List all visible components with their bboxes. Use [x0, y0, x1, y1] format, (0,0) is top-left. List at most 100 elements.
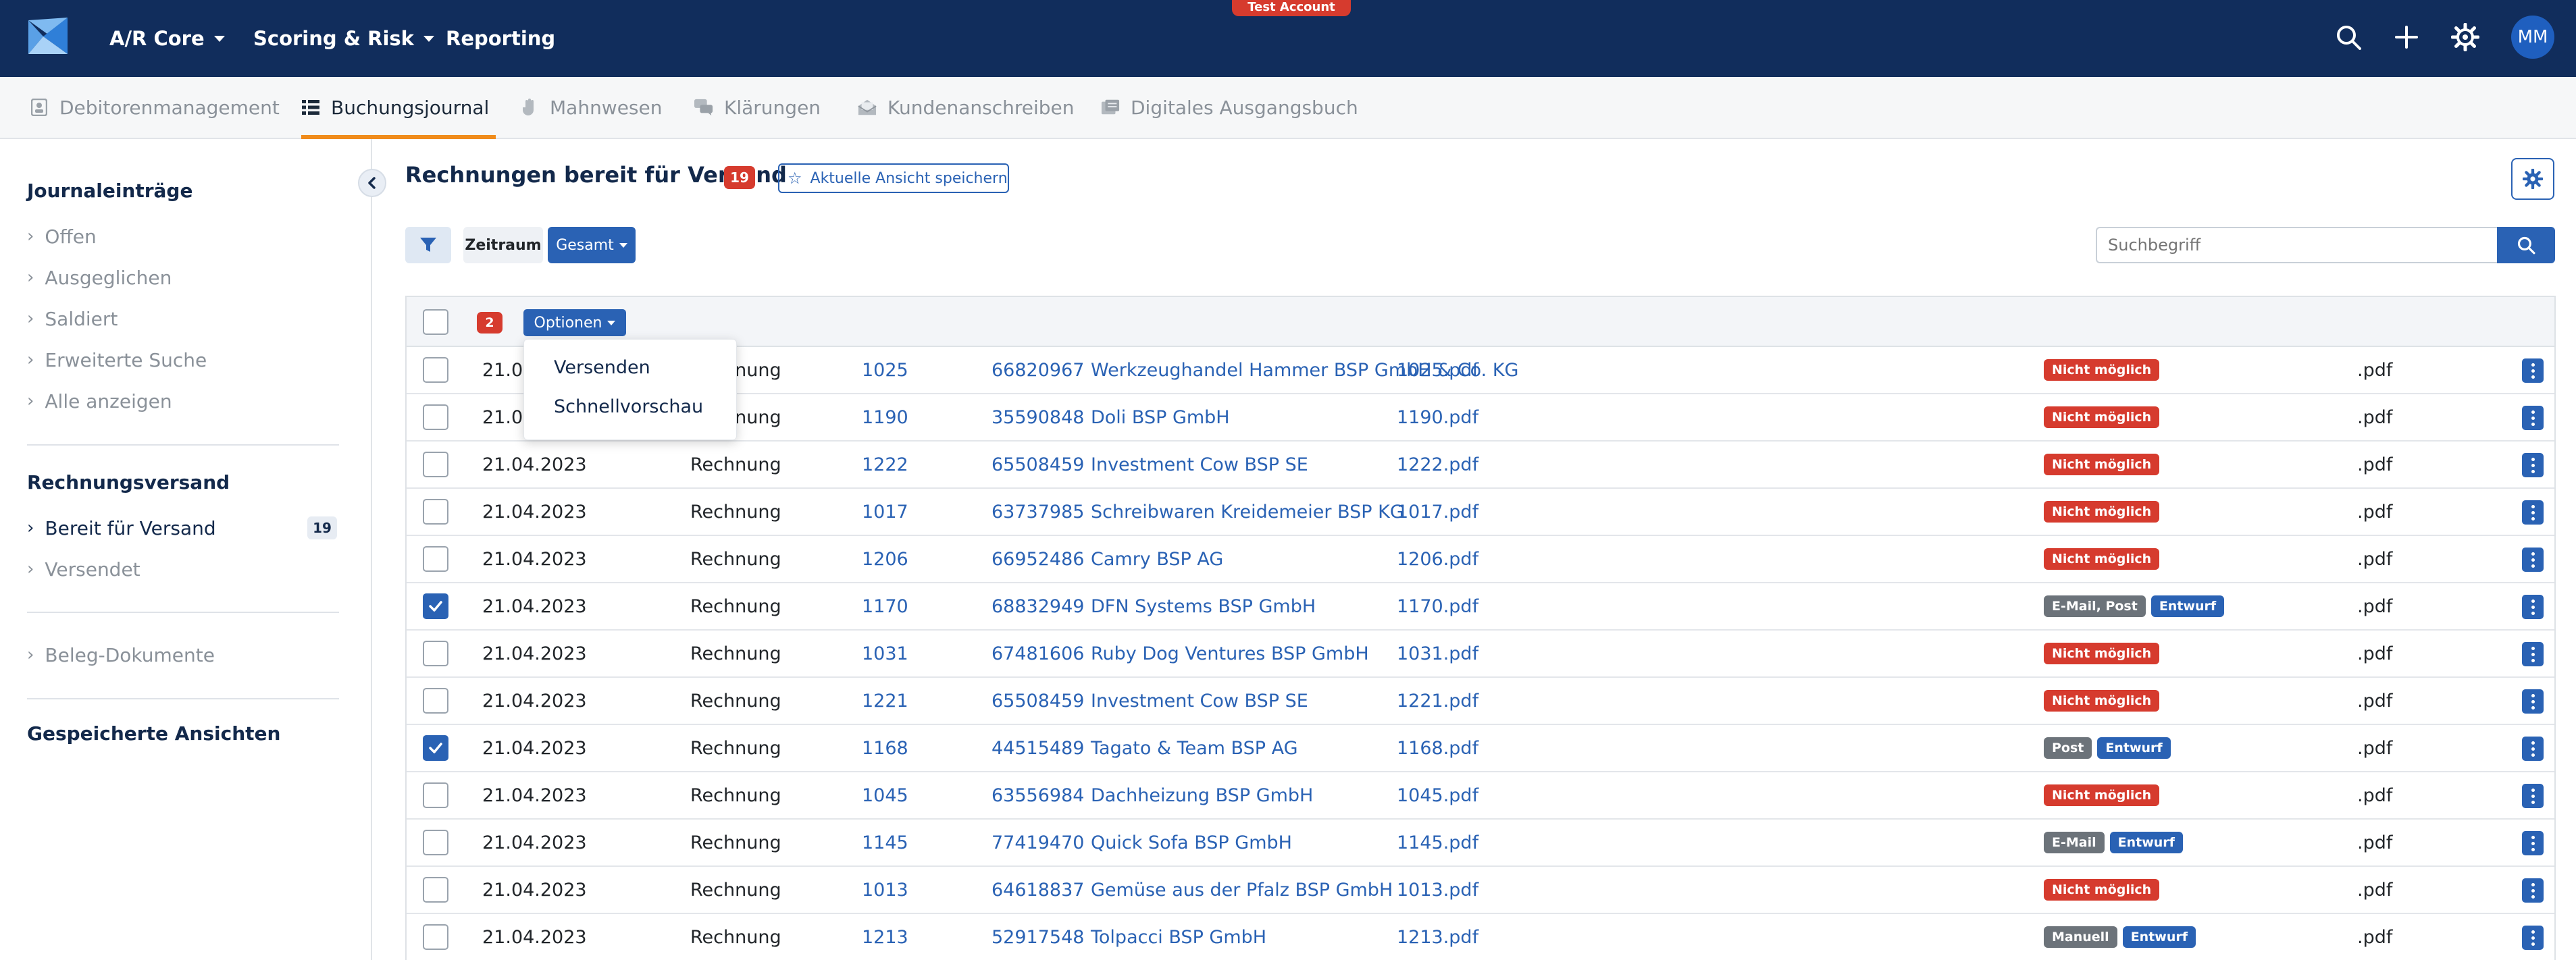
row-actions-button[interactable]: [2522, 595, 2544, 619]
nav-menu-reporting[interactable]: Reporting: [446, 20, 555, 57]
row-customer-number-link[interactable]: 65508459: [991, 442, 1084, 487]
table-row[interactable]: 21.04.2023 Rechnung 1031 67481606 Ruby Dog V…: [407, 631, 2554, 678]
row-invoice-number-link[interactable]: 1013: [862, 867, 908, 913]
zeitraum-select[interactable]: Gesamt: [548, 227, 636, 263]
row-customer-number-link[interactable]: 44515489: [991, 725, 1084, 771]
row-actions-button[interactable]: [2522, 878, 2544, 903]
row-file-link[interactable]: 1190.pdf: [1397, 394, 1478, 440]
row-customer-name-link[interactable]: Gemüse aus der Pfalz BSP GmbH: [1091, 867, 1393, 913]
tab-buchungsjournal[interactable]: Buchungsjournal: [301, 77, 496, 139]
row-customer-name-link[interactable]: Ruby Dog Ventures BSP GmbH: [1091, 631, 1369, 676]
search-button[interactable]: [2497, 227, 2555, 263]
plus-icon[interactable]: [2390, 20, 2423, 54]
options-dropdown-button[interactable]: Optionen: [523, 309, 626, 336]
row-checkbox[interactable]: [423, 830, 448, 855]
row-actions-button[interactable]: [2522, 689, 2544, 714]
row-customer-name-link[interactable]: Investment Cow BSP SE: [1091, 442, 1308, 487]
row-customer-number-link[interactable]: 67481606: [991, 631, 1084, 676]
row-file-link[interactable]: 1045.pdf: [1397, 772, 1478, 818]
table-row[interactable]: 21.04.2023 Rechnung 1017 63737985 Schreibwar…: [407, 489, 2554, 536]
search-input[interactable]: [2096, 227, 2498, 263]
row-customer-name-link[interactable]: Dachheizung BSP GmbH: [1091, 772, 1313, 818]
sidebar-item-offen[interactable]: › Offen: [27, 223, 97, 250]
row-checkbox[interactable]: [423, 924, 448, 950]
row-actions-button[interactable]: [2522, 358, 2544, 383]
row-actions-button[interactable]: [2522, 548, 2544, 572]
save-view-button[interactable]: ☆ Aktuelle Ansicht speichern: [778, 163, 1009, 193]
row-invoice-number-link[interactable]: 1145: [862, 820, 908, 865]
sidebar-item-saldiert[interactable]: › Saldiert: [27, 305, 118, 332]
row-file-link[interactable]: 1213.pdf: [1397, 914, 1478, 960]
row-checkbox[interactable]: [423, 877, 448, 903]
row-invoice-number-link[interactable]: 1017: [862, 489, 908, 535]
row-checkbox[interactable]: [423, 404, 448, 430]
tab-kundenanschreiben[interactable]: Kundenanschreiben: [858, 77, 1075, 138]
row-checkbox[interactable]: [423, 688, 448, 714]
table-row[interactable]: 21.04.2023 Rechnung 1145 77419470 Quick Sofa…: [407, 820, 2554, 867]
row-checkbox[interactable]: [423, 641, 448, 666]
row-file-link[interactable]: 1031.pdf: [1397, 631, 1478, 676]
table-row[interactable]: 21.04.2023 Rechnung 1206 66952486 Camry BSP …: [407, 536, 2554, 583]
row-customer-name-link[interactable]: Tolpacci BSP GmbH: [1091, 914, 1266, 960]
row-invoice-number-link[interactable]: 1170: [862, 583, 908, 629]
row-customer-number-link[interactable]: 64618837: [991, 867, 1084, 913]
row-customer-name-link[interactable]: Investment Cow BSP SE: [1091, 678, 1308, 724]
tab-digitales-ausgangsbuch[interactable]: Digitales Ausgangsbuch: [1101, 77, 1358, 138]
row-checkbox[interactable]: [423, 546, 448, 572]
row-actions-button[interactable]: [2522, 831, 2544, 855]
sidebar-item-erweiterte-suche[interactable]: › Erweiterte Suche: [27, 346, 207, 373]
row-checkbox[interactable]: [423, 499, 448, 525]
row-customer-name-link[interactable]: Tagato & Team BSP AG: [1091, 725, 1298, 771]
menu-item-schnellvorschau[interactable]: Schnellvorschau: [554, 396, 703, 417]
row-file-link[interactable]: 1222.pdf: [1397, 442, 1478, 487]
row-invoice-number-link[interactable]: 1222: [862, 442, 908, 487]
table-row[interactable]: 21.04.2023 Rechnung 1045 63556984 Dachheizun…: [407, 772, 2554, 820]
sidebar-item-bereit-fuer-versand[interactable]: › Bereit für Versand: [27, 514, 216, 541]
table-row[interactable]: 21.04.2023 Rechnung 1168 44515489 Tagato & T…: [407, 725, 2554, 772]
row-actions-button[interactable]: [2522, 784, 2544, 808]
row-customer-number-link[interactable]: 52917548: [991, 914, 1084, 960]
sidebar-item-ausgeglichen[interactable]: › Ausgeglichen: [27, 264, 172, 291]
row-file-link[interactable]: 1221.pdf: [1397, 678, 1478, 724]
row-actions-button[interactable]: [2522, 453, 2544, 477]
row-customer-name-link[interactable]: DFN Systems BSP GmbH: [1091, 583, 1316, 629]
row-checkbox[interactable]: [423, 782, 448, 808]
row-invoice-number-link[interactable]: 1190: [862, 394, 908, 440]
row-customer-number-link[interactable]: 66820967: [991, 347, 1084, 393]
row-customer-number-link[interactable]: 77419470: [991, 820, 1084, 865]
row-customer-name-link[interactable]: Camry BSP AG: [1091, 536, 1223, 582]
row-file-link[interactable]: 1145.pdf: [1397, 820, 1478, 865]
table-row[interactable]: 21.04.2023 Rechnung 1222 65508459 Investment…: [407, 442, 2554, 489]
gear-icon[interactable]: [2448, 20, 2482, 54]
row-checkbox[interactable]: [423, 357, 448, 383]
row-invoice-number-link[interactable]: 1213: [862, 914, 908, 960]
nav-menu-scoring-risk[interactable]: Scoring & Risk: [253, 20, 434, 57]
row-customer-number-link[interactable]: 63556984: [991, 772, 1084, 818]
table-settings-button[interactable]: [2511, 158, 2554, 200]
user-avatar[interactable]: MM: [2511, 16, 2554, 59]
row-checkbox[interactable]: [423, 452, 448, 477]
row-actions-button[interactable]: [2522, 500, 2544, 525]
table-row[interactable]: 21.04.2023 Rechnung 1013 64618837 Gemüse aus…: [407, 867, 2554, 914]
row-customer-name-link[interactable]: Doli BSP GmbH: [1091, 394, 1230, 440]
row-file-link[interactable]: 1170.pdf: [1397, 583, 1478, 629]
table-row[interactable]: 21.04.2023 Rechnung 1221 65508459 Investment…: [407, 678, 2554, 725]
row-customer-number-link[interactable]: 68832949: [991, 583, 1084, 629]
row-checkbox[interactable]: [423, 593, 448, 619]
row-invoice-number-link[interactable]: 1168: [862, 725, 908, 771]
row-invoice-number-link[interactable]: 1206: [862, 536, 908, 582]
sidebar-item-beleg-dokumente[interactable]: › Beleg-Dokumente: [27, 641, 215, 668]
sidebar-item-alle-anzeigen[interactable]: › Alle anzeigen: [27, 388, 172, 415]
row-customer-name-link[interactable]: Schreibwaren Kreidemeier BSP KG: [1091, 489, 1404, 535]
row-actions-button[interactable]: [2522, 406, 2544, 430]
row-file-link[interactable]: 1025.pdf: [1397, 347, 1478, 393]
tab-debitorenmanagement[interactable]: Debitorenmanagement: [30, 77, 280, 138]
row-file-link[interactable]: 1206.pdf: [1397, 536, 1478, 582]
table-row[interactable]: 21.04.2023 Rechnung 1170 68832949 DFN System…: [407, 583, 2554, 631]
row-file-link[interactable]: 1013.pdf: [1397, 867, 1478, 913]
table-row[interactable]: 21.04.2023 Rechnung 1213 52917548 Tolpacci B…: [407, 914, 2554, 960]
row-invoice-number-link[interactable]: 1025: [862, 347, 908, 393]
nav-menu-ar-core[interactable]: A/R Core: [109, 20, 225, 57]
menu-item-versenden[interactable]: Versenden: [554, 357, 650, 378]
select-all-checkbox[interactable]: [423, 309, 448, 335]
